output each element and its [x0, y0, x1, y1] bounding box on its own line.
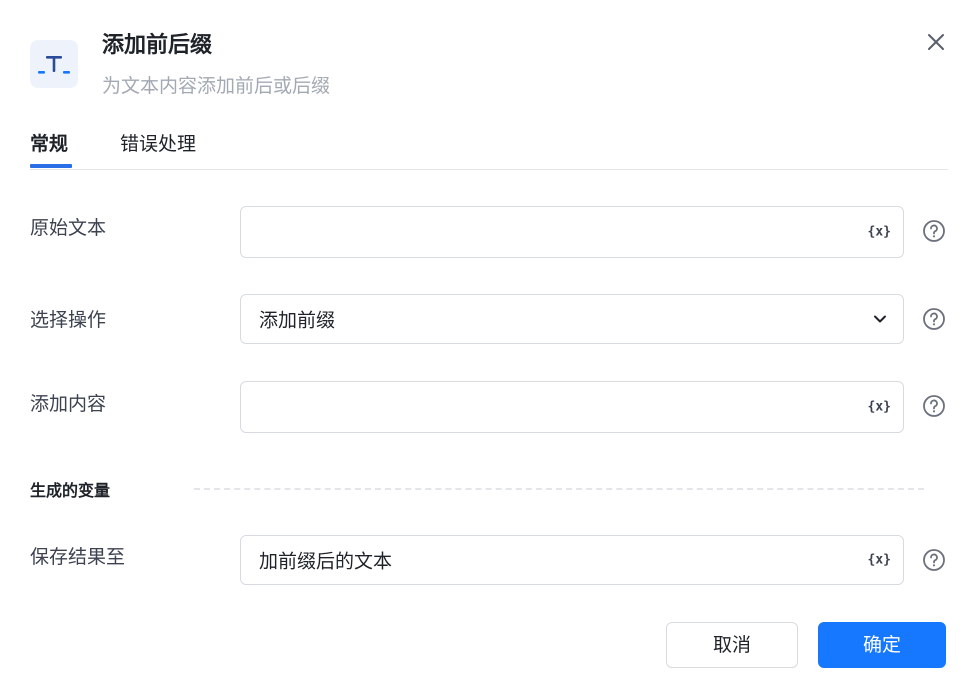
original-text-input[interactable]: {x}: [240, 206, 904, 258]
active-tab-indicator: [30, 164, 72, 168]
add-content-label: 添加内容: [30, 393, 107, 415]
tab-general[interactable]: 常规: [30, 130, 68, 158]
dialog-subtitle: 为文本内容添加前后或后缀: [102, 75, 331, 97]
help-icon[interactable]: [922, 548, 946, 572]
confirm-button[interactable]: 确定: [818, 622, 946, 668]
tab-bar: 常规 错误处理: [30, 126, 948, 170]
help-icon[interactable]: [922, 219, 946, 243]
help-icon[interactable]: [922, 307, 946, 331]
operation-selected-value: 添加前缀: [259, 309, 336, 332]
cancel-button[interactable]: 取消: [666, 622, 798, 668]
chevron-down-icon[interactable]: [873, 310, 887, 329]
operation-label: 选择操作: [30, 309, 107, 331]
save-to-value: 加前缀后的文本: [259, 550, 393, 573]
tab-error-handling[interactable]: 错误处理: [120, 130, 196, 158]
section-divider: [194, 488, 924, 490]
add-content-input[interactable]: {x}: [240, 381, 904, 433]
save-to-label: 保存结果至: [30, 546, 126, 568]
help-icon[interactable]: [922, 394, 946, 418]
save-to-input[interactable]: 加前缀后的文本 {x}: [240, 535, 904, 585]
variable-insert-icon[interactable]: {x}: [868, 400, 891, 415]
output-section-title: 生成的变量: [30, 481, 111, 500]
dialog-title: 添加前后缀: [102, 33, 213, 58]
add-affix-dialog: 添加前后缀 为文本内容添加前后或后缀 常规 错误处理 原始文本 {x} 选择操作…: [0, 0, 978, 699]
original-text-label: 原始文本: [30, 217, 107, 239]
close-icon[interactable]: [922, 28, 950, 56]
variable-insert-icon[interactable]: {x}: [868, 225, 891, 240]
variable-insert-icon[interactable]: {x}: [868, 553, 891, 568]
text-affix-icon: [30, 40, 78, 88]
operation-select[interactable]: 添加前缀: [240, 294, 904, 344]
